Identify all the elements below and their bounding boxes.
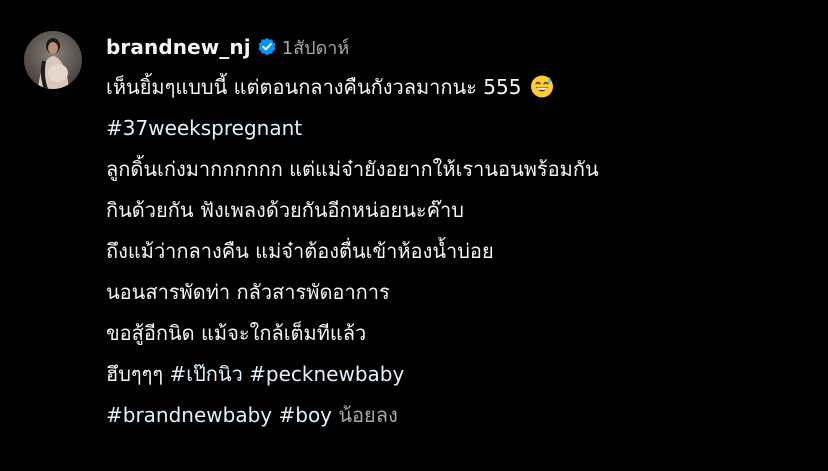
post-header: brandnew_nj 1สัปดาห์ xyxy=(106,30,806,64)
profile-photo xyxy=(24,31,82,89)
hashtag-link[interactable]: #boy xyxy=(278,403,332,427)
username-link[interactable]: brandnew_nj xyxy=(106,35,251,59)
post-timestamp[interactable]: 1สัปดาห์ xyxy=(282,33,350,62)
instagram-post-caption: brandnew_nj 1สัปดาห์ เห็นยิ้มๆแบบนี้ แต่… xyxy=(0,0,828,471)
show-less-button[interactable]: น้อยลง xyxy=(338,403,397,427)
hashtag-link[interactable]: #pecknewbaby xyxy=(249,362,404,386)
caption-line: นอนสารพัดท่า กลัวสารพัดอาการ xyxy=(106,280,390,304)
caption-line: ขอสู้อีกนิด แม้จะใกล้เต็มทีแล้ว xyxy=(106,321,367,345)
caption-line: #37weekspregnant xyxy=(106,108,806,149)
caption-text: เห็นยิ้มๆแบบนี้ แต่ตอนกลางคืนกังวลมากนะ … xyxy=(106,67,806,436)
hashtag-link[interactable]: #เป๊กนิว xyxy=(170,362,243,386)
caption-line: เห็นยิ้มๆแบบนี้ แต่ตอนกลางคืนกังวลมากนะ … xyxy=(106,67,806,108)
avatar[interactable] xyxy=(24,31,82,89)
caption-line: ลูกดิ้นเก่งมากกกกกก แต่แม่จ๋ายังอยากให้เ… xyxy=(106,157,599,181)
grinning-sweat-emoji xyxy=(530,74,554,98)
caption-line: ฮึบๆๆๆ #เป๊กนิว #pecknewbaby xyxy=(106,354,806,395)
caption-line: กินด้วยกัน ฟังเพลงด้วยกันอีกหน่อยนะค๊าบ xyxy=(106,198,464,222)
post-content: brandnew_nj 1สัปดาห์ เห็นยิ้มๆแบบนี้ แต่… xyxy=(106,30,806,436)
caption-line: ถึงแม้ว่ากลางคืน แม่จ๋าต้องตื่นเข้าห้องน… xyxy=(106,239,494,263)
caption-text-segment: เห็นยิ้มๆแบบนี้ แต่ตอนกลางคืนกังวลมากนะ … xyxy=(106,75,522,99)
verified-badge-icon xyxy=(257,37,277,57)
hashtag-link[interactable]: #brandnewbaby xyxy=(106,403,272,427)
caption-text-segment: ฮึบๆๆๆ xyxy=(106,362,164,386)
caption-line: #brandnewbaby #boy น้อยลง xyxy=(106,395,806,436)
hashtag-link[interactable]: #37weekspregnant xyxy=(106,116,302,140)
